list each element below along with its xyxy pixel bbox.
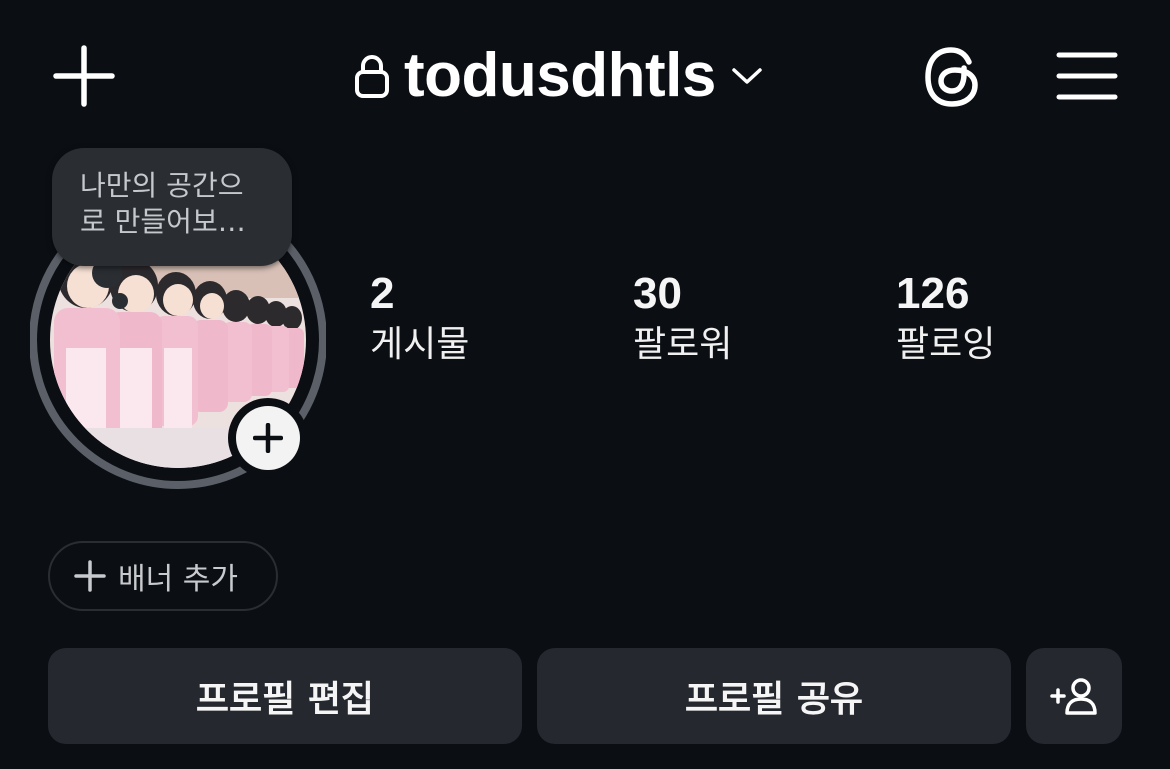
profile-note-bubble[interactable]: 나만의 공간으 로 만들어보… xyxy=(52,148,292,266)
discover-people-button[interactable] xyxy=(1026,648,1122,744)
posts-label: 게시물 xyxy=(370,324,470,365)
create-button[interactable] xyxy=(50,42,118,110)
following-stat[interactable]: 126 팔로잉 xyxy=(896,268,995,370)
followers-count: 30 xyxy=(633,269,682,318)
plus-icon xyxy=(74,560,106,592)
posts-stat[interactable]: 2 게시물 xyxy=(370,268,469,370)
plus-icon xyxy=(53,45,115,107)
note-text-line-2: 로 만들어보… xyxy=(80,205,246,238)
share-profile-button[interactable]: 프로필 공유 xyxy=(537,648,1011,744)
chevron-down-icon xyxy=(732,68,762,84)
following-count: 126 xyxy=(896,269,970,318)
add-person-icon xyxy=(1050,678,1097,715)
edit-profile-label: 프로필 편집 xyxy=(195,679,375,720)
add-banner-label: 배너 추가 xyxy=(118,562,238,597)
threads-icon xyxy=(925,47,978,107)
followers-stat[interactable]: 30 팔로워 xyxy=(633,268,732,370)
account-switcher[interactable]: todusdhtls xyxy=(354,38,764,114)
threads-button[interactable] xyxy=(918,42,988,112)
followers-label: 팔로워 xyxy=(633,324,733,365)
hamburger-menu-icon xyxy=(1056,52,1118,100)
username: todusdhtls xyxy=(404,41,716,110)
share-profile-label: 프로필 공유 xyxy=(684,679,864,720)
plus-icon xyxy=(253,423,283,453)
top-bar: todusdhtls xyxy=(0,0,1170,150)
add-story-button[interactable] xyxy=(228,398,308,478)
note-text-line-1: 나만의 공간으 xyxy=(80,169,244,202)
note-bubble-tail-dot xyxy=(112,293,128,309)
menu-button[interactable] xyxy=(1052,44,1122,108)
lock-icon xyxy=(355,55,389,98)
posts-count: 2 xyxy=(370,269,395,318)
following-label: 팔로잉 xyxy=(896,324,996,365)
add-banner-button[interactable]: 배너 추가 xyxy=(48,541,278,611)
edit-profile-button[interactable]: 프로필 편집 xyxy=(48,648,522,744)
add-story-badge xyxy=(236,406,300,470)
